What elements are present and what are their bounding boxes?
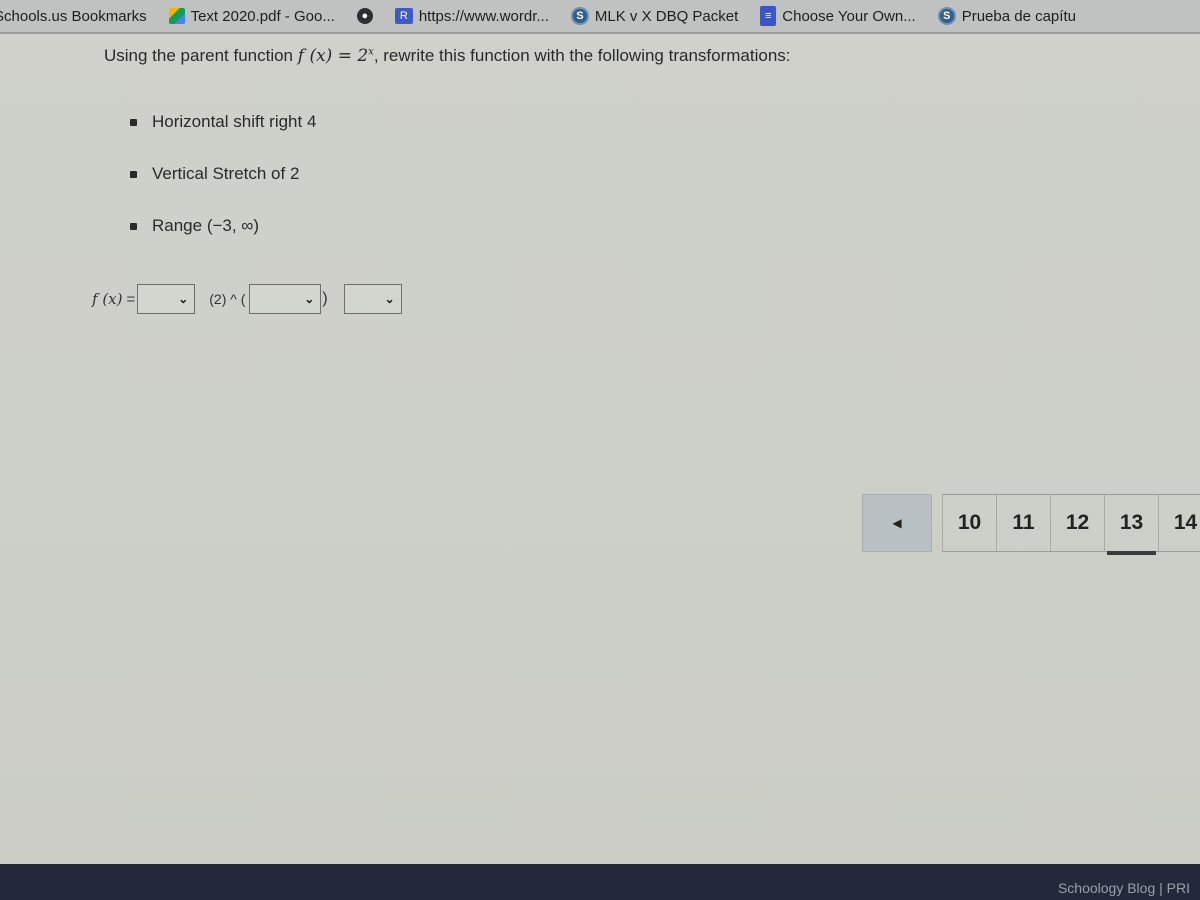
- answer-row: f (x) = ⌄ (2) ^ ( ⌄ ) ⌄: [92, 284, 402, 314]
- page-10[interactable]: 10: [942, 495, 996, 551]
- bookmark-text-2020-pdf[interactable]: Text 2020.pdf - Goo...: [168, 8, 335, 25]
- bookmark-wordreference[interactable]: R https://www.wordr...: [394, 8, 549, 25]
- page-13-current[interactable]: 13: [1104, 495, 1158, 555]
- question-pagination: ◀ 10 11 12 13 14: [862, 494, 1200, 555]
- bookmark-prueba[interactable]: S Prueba de capítu: [937, 7, 1076, 25]
- bookmarks-bar: Schools.us Bookmarks Text 2020.pdf - Goo…: [0, 0, 1200, 34]
- s-circle-icon: S: [570, 7, 589, 25]
- bookmark-choose-your-own[interactable]: ≡ Choose Your Own...: [760, 6, 916, 26]
- page-14[interactable]: 14: [1158, 495, 1200, 551]
- question-prompt: Using the parent function f (x) = 2x, re…: [104, 46, 791, 66]
- s-circle-icon: S: [937, 7, 956, 25]
- transformations-list: Horizontal shift right 4 Vertical Stretc…: [120, 104, 316, 260]
- previous-page-button[interactable]: ◀: [862, 494, 932, 552]
- transformation-item: Vertical Stretch of 2: [120, 156, 316, 208]
- question-page: Using the parent function f (x) = 2x, re…: [0, 34, 1200, 864]
- transformation-item: Horizontal shift right 4: [120, 104, 316, 156]
- transformation-item: Range (−3, ∞): [120, 208, 316, 260]
- page-11[interactable]: 11: [996, 495, 1050, 551]
- chevron-down-icon: ⌄: [178, 292, 189, 306]
- constant-dropdown[interactable]: ⌄: [343, 284, 402, 314]
- coefficient-dropdown[interactable]: ⌄: [137, 284, 196, 314]
- footer-links[interactable]: Schoology Blog | PRI: [1058, 880, 1190, 896]
- parent-function: f (x) = 2x: [297, 46, 374, 66]
- google-docs-icon: ≡: [760, 6, 777, 26]
- equals-sign: =: [126, 290, 136, 308]
- chevron-down-icon: ⌄: [384, 292, 395, 306]
- globe-icon: ●: [356, 8, 373, 24]
- bookmark-globe[interactable]: ●: [356, 8, 373, 24]
- page-numbers: 10 11 12 13 14: [942, 494, 1200, 555]
- bookmark-schools-us[interactable]: Schools.us Bookmarks: [0, 8, 147, 25]
- close-paren: ): [322, 290, 328, 307]
- caret-left-icon: ◀: [892, 516, 902, 530]
- bookmark-mlk-dbq[interactable]: S MLK v X DBQ Packet: [570, 7, 738, 25]
- base-text: (2) ^ (: [209, 291, 246, 307]
- page-footer: Schoology Blog | PRI: [0, 864, 1200, 900]
- exponent-dropdown[interactable]: ⌄: [249, 284, 322, 314]
- google-drive-icon: [168, 8, 185, 24]
- chevron-down-icon: ⌄: [304, 292, 315, 306]
- page-12[interactable]: 12: [1050, 495, 1104, 551]
- function-label: f (x): [92, 290, 123, 308]
- wordreference-icon: R: [394, 8, 413, 24]
